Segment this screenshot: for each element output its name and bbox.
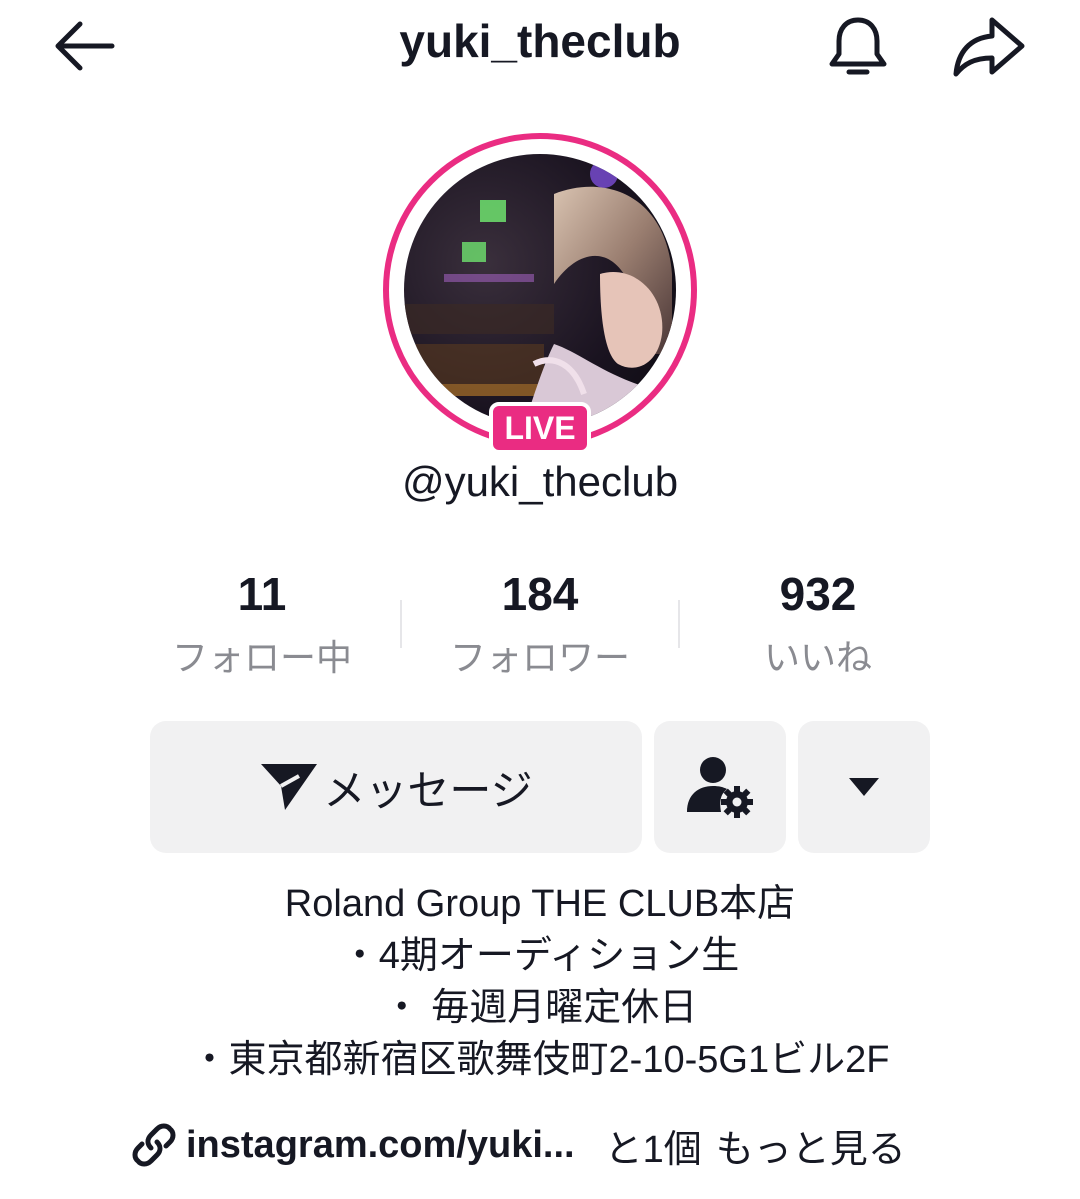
stat-likes-label: いいね — [763, 637, 872, 678]
avatar[interactable] — [404, 154, 676, 426]
bio-line: ・東京都新宿区歌舞伎町2-10-5G1ビル2F — [190, 1039, 890, 1081]
live-badge[interactable]: LIVE — [489, 402, 591, 454]
stat-followers[interactable]: 184 フォロワー — [410, 566, 670, 680]
stat-likes[interactable]: 932 いいね — [688, 566, 948, 680]
message-button[interactable]: メッセージ — [150, 721, 642, 853]
avatar-photo — [404, 154, 676, 426]
friend-settings-button[interactable] — [654, 721, 786, 853]
bio-link-row[interactable]: instagram.com/yuki... と1個 もっと見る — [132, 1118, 906, 1172]
bio-line: Roland Group THE CLUB本店 — [284, 883, 796, 925]
stat-following-value: 11 — [237, 568, 287, 620]
bio-line: ・ 毎週月曜定休日 — [382, 987, 698, 1029]
stat-following-label: フォロー中 — [171, 637, 352, 678]
share-button[interactable] — [952, 14, 1026, 78]
link-icon — [132, 1123, 176, 1167]
stat-followers-label: フォロワー — [449, 637, 630, 678]
notification-bell-button[interactable] — [826, 14, 890, 80]
profile-handle: @yuki_theclub — [401, 458, 679, 505]
more-options-button[interactable] — [798, 721, 930, 853]
page-title: yuki_theclub — [399, 15, 681, 67]
user-gear-icon — [687, 757, 753, 818]
message-button-label: メッセージ — [323, 766, 533, 814]
stat-followers-value: 184 — [501, 568, 579, 620]
profile-bio: Roland Group THE CLUB本店 ・4期オーディション生 ・ 毎週… — [0, 878, 1080, 1086]
link-extra-count[interactable]: と1個 — [605, 1118, 702, 1173]
send-icon — [261, 764, 318, 810]
share-arrow-icon — [953, 17, 1025, 77]
stat-following[interactable]: 11 フォロー中 — [132, 566, 392, 680]
bio-line: ・4期オーディション生 — [340, 935, 740, 977]
bio-link[interactable]: instagram.com/yuki... — [186, 1124, 575, 1167]
caret-down-icon — [849, 778, 879, 796]
see-more-link[interactable]: もっと見る — [716, 1118, 906, 1173]
stat-divider — [400, 600, 402, 648]
stat-divider — [678, 600, 680, 648]
stat-likes-value: 932 — [779, 568, 857, 620]
bell-icon — [829, 17, 887, 75]
